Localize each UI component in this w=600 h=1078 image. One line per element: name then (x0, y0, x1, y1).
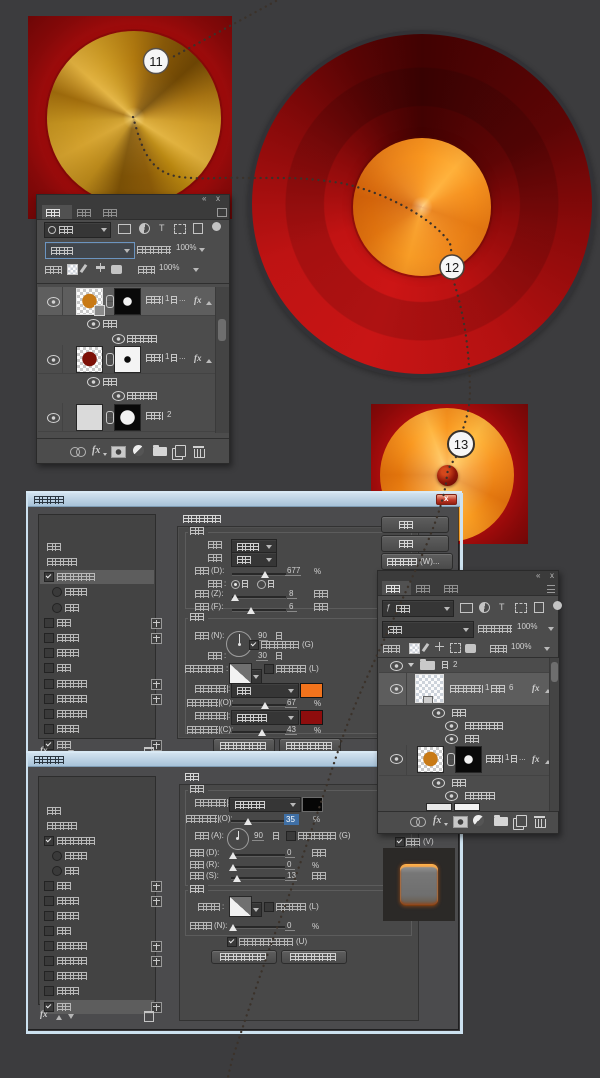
svg-text:12: 12 (445, 260, 459, 275)
svg-text:11: 11 (149, 54, 163, 69)
svg-text:13: 13 (454, 437, 468, 452)
